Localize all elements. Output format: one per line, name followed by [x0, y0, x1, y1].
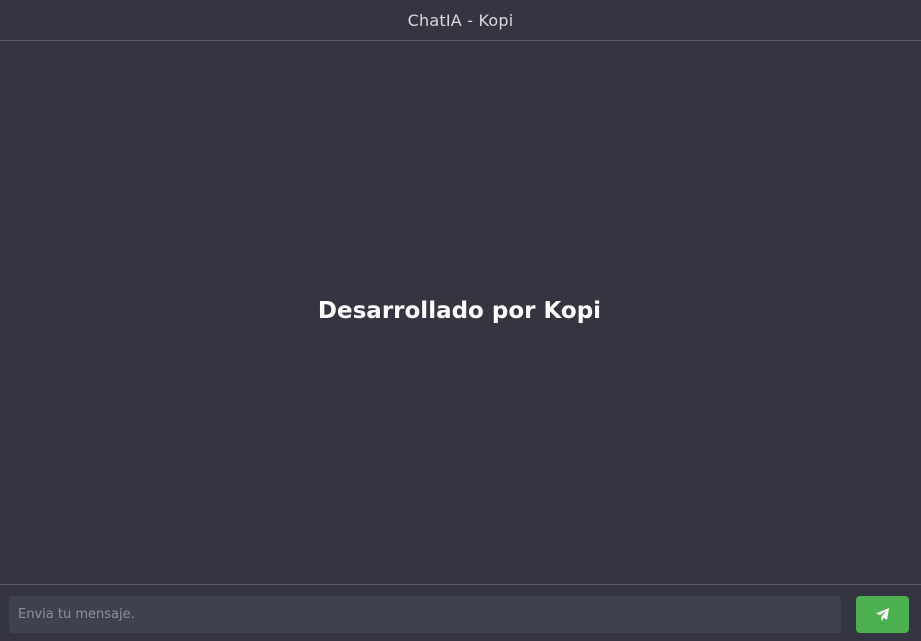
- message-composer: [0, 584, 921, 641]
- message-input[interactable]: [9, 596, 841, 633]
- app-header: ChatIA - Kopi: [0, 0, 921, 41]
- chat-app: ChatIA - Kopi Desarrollado por Kopi: [0, 0, 921, 641]
- chat-area: Desarrollado por Kopi: [0, 41, 921, 584]
- welcome-title: Desarrollado por Kopi: [317, 297, 602, 324]
- send-button[interactable]: [856, 596, 909, 633]
- app-title: ChatIA - Kopi: [407, 10, 514, 30]
- paper-plane-icon: [875, 607, 890, 622]
